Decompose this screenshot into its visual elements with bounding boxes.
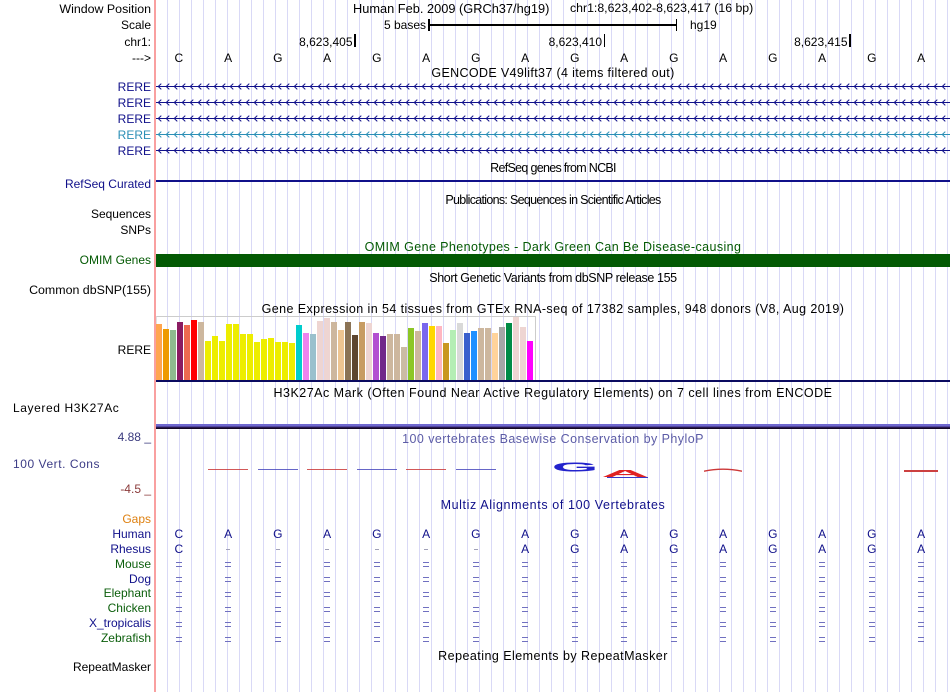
svg-text:G: G <box>553 462 598 472</box>
